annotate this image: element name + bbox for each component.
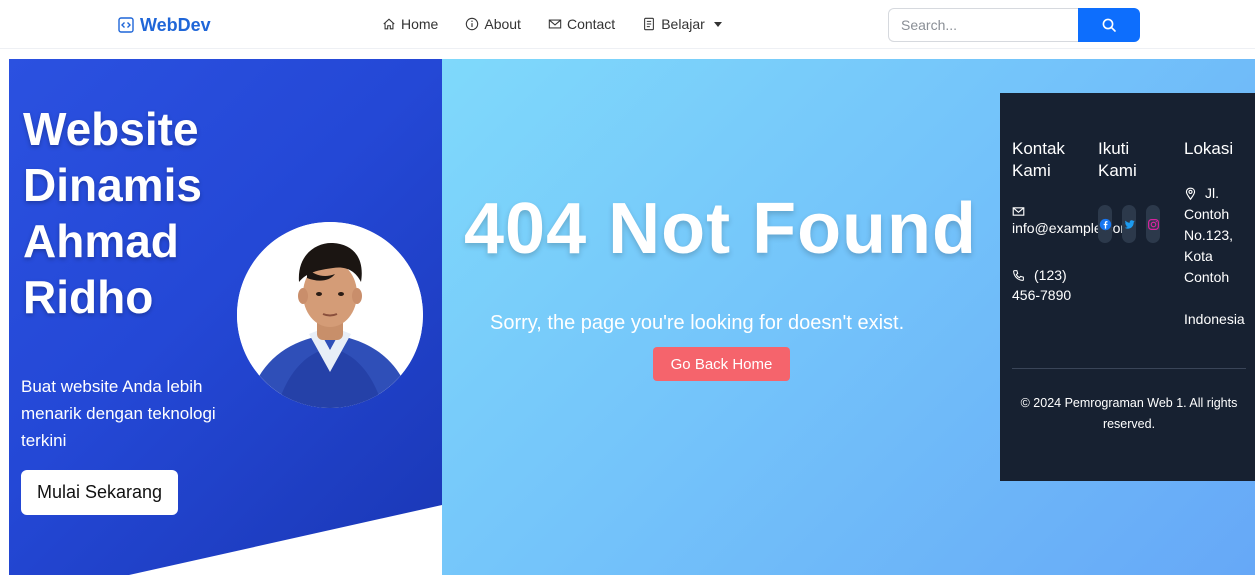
hero-wave-divider <box>129 505 442 575</box>
profile-photo <box>237 222 423 408</box>
envelope-icon <box>548 19 562 29</box>
twitter-icon <box>1124 219 1135 229</box>
location-address: Jl. Contoh No.123, Kota Contoh <box>1184 183 1255 288</box>
code-icon <box>118 17 134 33</box>
envelope-icon <box>1012 207 1025 216</box>
twitter-link[interactable] <box>1122 205 1136 243</box>
nav-about-label: About <box>484 16 521 32</box>
search-form <box>888 8 1140 42</box>
facebook-link[interactable] <box>1098 205 1112 243</box>
footer: Kontak Kami info@example.com (123) 456-7… <box>1000 93 1255 481</box>
location-pin-icon <box>1185 187 1196 200</box>
nav-about[interactable]: About <box>465 14 521 34</box>
contact-heading: Kontak Kami <box>1012 139 1065 180</box>
portrait-image <box>237 222 423 408</box>
instagram-icon <box>1147 218 1159 230</box>
hero-title-line: Website <box>23 103 199 155</box>
search-icon <box>1102 18 1116 32</box>
nav-contact[interactable]: Contact <box>548 14 615 34</box>
search-input[interactable] <box>888 8 1078 42</box>
phone-icon <box>1013 270 1024 281</box>
caret-down-icon <box>713 21 722 27</box>
search-button[interactable] <box>1078 8 1140 42</box>
address-text: Jl. Contoh No.123, Kota Contoh <box>1184 185 1234 285</box>
error-title: 404 Not Found <box>464 189 977 269</box>
nav-belajar-label: Belajar <box>661 16 705 32</box>
nav-contact-label: Contact <box>566 16 616 32</box>
navbar: WebDev Home About Contact Belajar Search… <box>0 0 1255 49</box>
brand-name: WebDev <box>140 14 211 35</box>
facebook-icon <box>1099 218 1111 230</box>
hero-title-line: Ridho <box>23 271 154 323</box>
nav-belajar-dropdown[interactable]: Belajar <box>642 14 722 34</box>
location-heading: Lokasi <box>1184 139 1234 158</box>
copyright-text: © 2024 Pemrograman Web 1. All rights res… <box>1020 396 1238 431</box>
instagram-link[interactable] <box>1146 205 1160 243</box>
nav-home-label: Home <box>401 16 439 32</box>
nav-home[interactable]: Home <box>382 14 438 34</box>
follow-heading: Ikuti Kami <box>1098 139 1137 180</box>
hero-subtitle: Buat website Anda lebih menarik dengan t… <box>21 377 216 450</box>
journal-icon <box>644 17 655 31</box>
hero-section: Website Dinamis Ahmad Ridho Buat website… <box>9 59 442 575</box>
hero-title-line: Dinamis <box>23 159 202 211</box>
hero-title-line: Ahmad <box>23 215 179 267</box>
info-icon <box>466 17 479 31</box>
social-links <box>1098 205 1160 243</box>
brand-link[interactable]: WebDev <box>118 13 211 37</box>
home-icon <box>383 18 395 30</box>
nav-links: Home About Contact Belajar <box>382 14 749 34</box>
hero-title: Website Dinamis Ahmad Ridho <box>23 101 202 325</box>
contact-phone: (123) 456-7890 <box>1012 265 1092 305</box>
go-back-home-button[interactable]: Go Back Home <box>653 347 790 381</box>
error-message: Sorry, the page you're looking for doesn… <box>490 312 905 334</box>
footer-divider <box>1012 368 1246 369</box>
location-country: Indonesia <box>1184 311 1245 327</box>
